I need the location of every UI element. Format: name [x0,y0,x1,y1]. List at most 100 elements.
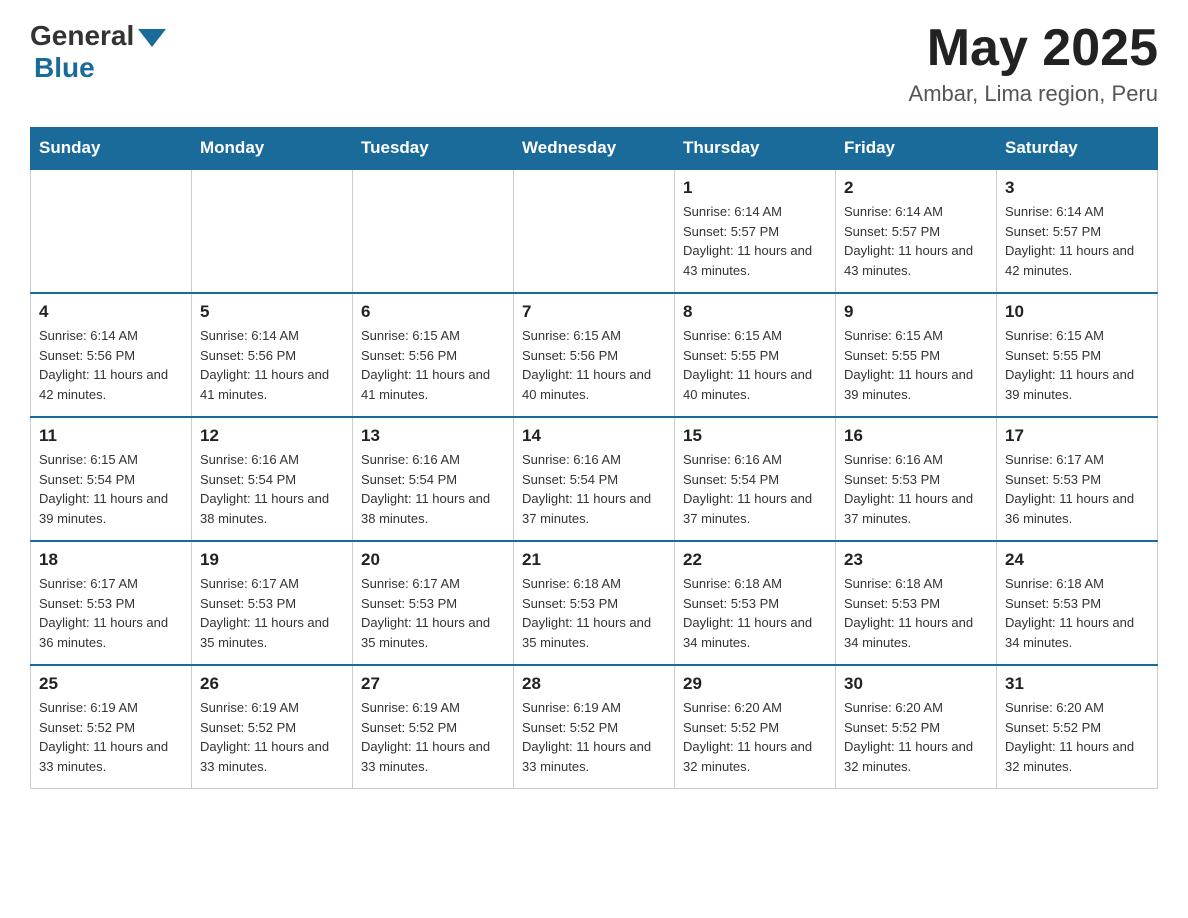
day-number: 10 [1005,302,1149,322]
calendar-cell: 27Sunrise: 6:19 AMSunset: 5:52 PMDayligh… [353,665,514,789]
calendar-cell: 29 Sunrise: 6:20 AMSunset: 5:52 PMDayligh… [675,665,836,789]
calendar-day-header: Thursday [675,128,836,170]
day-number: 20 [361,550,505,570]
day-info: Sunrise: 6:17 AMSunset: 5:53 PMDaylight:… [361,574,505,652]
day-number: 23 [844,550,988,570]
calendar-cell: 10 Sunrise: 6:15 AMSunset: 5:55 PMDayligh… [997,293,1158,417]
title-block: May 2025 Ambar, Lima region, Peru [909,20,1158,107]
calendar-week-row: 25 Sunrise: 6:19 AMSunset: 5:52 PMDayligh… [31,665,1158,789]
day-info: Sunrise: 6:14 AMSunset: 5:56 PMDaylight:… [200,326,344,404]
calendar-cell: 9Sunrise: 6:15 AMSunset: 5:55 PMDaylight… [836,293,997,417]
calendar-cell: 1 Sunrise: 6:14 AMSunset: 5:57 PMDaylight… [675,169,836,293]
calendar-day-header: Monday [192,128,353,170]
calendar-cell: 4Sunrise: 6:14 AMSunset: 5:56 PMDaylight… [31,293,192,417]
calendar-cell: 12 Sunrise: 6:16 AMSunset: 5:54 PMDayligh… [192,417,353,541]
day-number: 29 [683,674,827,694]
day-number: 17 [1005,426,1149,446]
day-number: 26 [200,674,344,694]
calendar-week-row: 18 Sunrise: 6:17 AMSunset: 5:53 PMDayligh… [31,541,1158,665]
calendar-cell: 21 Sunrise: 6:18 AMSunset: 5:53 PMDayligh… [514,541,675,665]
calendar-cell: 30 Sunrise: 6:20 AMSunset: 5:52 PMDayligh… [836,665,997,789]
day-number: 15 [683,426,827,446]
day-info: Sunrise: 6:14 AMSunset: 5:57 PMDaylight:… [1005,202,1149,280]
day-info: Sunrise: 6:15 AMSunset: 5:56 PMDaylight:… [522,326,666,404]
logo-general-text: General [30,20,134,52]
calendar-week-row: 11 Sunrise: 6:15 AMSunset: 5:54 PMDayligh… [31,417,1158,541]
calendar-cell: 20 Sunrise: 6:17 AMSunset: 5:53 PMDayligh… [353,541,514,665]
calendar-cell: 14 Sunrise: 6:16 AMSunset: 5:54 PMDayligh… [514,417,675,541]
day-number: 14 [522,426,666,446]
day-number: 22 [683,550,827,570]
calendar-cell: 25 Sunrise: 6:19 AMSunset: 5:52 PMDayligh… [31,665,192,789]
day-info: Sunrise: 6:19 AMSunset: 5:52 PMDaylight:… [39,698,183,776]
calendar-week-row: 4 Sunrise: 6:14 AMSunset: 5:56 PMDaylight… [31,293,1158,417]
day-number: 25 [39,674,183,694]
day-number: 3 [1005,178,1149,198]
day-info: Sunrise: 6:17 AMSunset: 5:53 PMDaylight:… [1005,450,1149,528]
calendar-day-header: Sunday [31,128,192,170]
day-number: 6 [361,302,505,322]
calendar-cell: 7 Sunrise: 6:15 AMSunset: 5:56 PMDaylight… [514,293,675,417]
day-info: Sunrise: 6:16 AMSunset: 5:54 PMDaylight:… [522,450,666,528]
month-year-title: May 2025 [909,20,1158,77]
calendar-cell: 23 Sunrise: 6:18 AMSunset: 5:53 PMDayligh… [836,541,997,665]
day-info: Sunrise: 6:20 AMSunset: 5:52 PMDaylight:… [1005,698,1149,776]
day-info: Sunrise: 6:15 AMSunset: 5:55 PMDaylight:… [844,326,988,404]
calendar-cell: 5 Sunrise: 6:14 AMSunset: 5:56 PMDaylight… [192,293,353,417]
day-number: 24 [1005,550,1149,570]
page-header: General Blue May 2025 Ambar, Lima region… [30,20,1158,107]
day-number: 2 [844,178,988,198]
day-number: 8 [683,302,827,322]
calendar-cell: 16 Sunrise: 6:16 AMSunset: 5:53 PMDayligh… [836,417,997,541]
day-number: 16 [844,426,988,446]
location-subtitle: Ambar, Lima region, Peru [909,81,1158,107]
calendar-day-header: Wednesday [514,128,675,170]
day-info: Sunrise: 6:18 AMSunset: 5:53 PMDaylight:… [683,574,827,652]
calendar-cell: 13Sunrise: 6:16 AMSunset: 5:54 PMDayligh… [353,417,514,541]
calendar-cell [31,169,192,293]
calendar-cell: 22 Sunrise: 6:18 AMSunset: 5:53 PMDayligh… [675,541,836,665]
day-info: Sunrise: 6:15 AMSunset: 5:55 PMDaylight:… [683,326,827,404]
calendar-cell: 31 Sunrise: 6:20 AMSunset: 5:52 PMDayligh… [997,665,1158,789]
calendar-day-header: Friday [836,128,997,170]
day-info: Sunrise: 6:15 AMSunset: 5:54 PMDaylight:… [39,450,183,528]
day-number: 30 [844,674,988,694]
day-info: Sunrise: 6:18 AMSunset: 5:53 PMDaylight:… [522,574,666,652]
calendar-cell [192,169,353,293]
day-number: 18 [39,550,183,570]
day-number: 5 [200,302,344,322]
day-info: Sunrise: 6:20 AMSunset: 5:52 PMDaylight:… [683,698,827,776]
day-info: Sunrise: 6:19 AMSunset: 5:52 PMDaylight:… [200,698,344,776]
day-info: Sunrise: 6:19 AMSunset: 5:52 PMDaylight:… [361,698,505,776]
day-number: 7 [522,302,666,322]
day-number: 21 [522,550,666,570]
day-info: Sunrise: 6:16 AMSunset: 5:54 PMDaylight:… [683,450,827,528]
day-info: Sunrise: 6:18 AMSunset: 5:53 PMDaylight:… [1005,574,1149,652]
day-number: 4 [39,302,183,322]
day-info: Sunrise: 6:16 AMSunset: 5:53 PMDaylight:… [844,450,988,528]
day-number: 13 [361,426,505,446]
day-info: Sunrise: 6:15 AMSunset: 5:56 PMDaylight:… [361,326,505,404]
day-info: Sunrise: 6:18 AMSunset: 5:53 PMDaylight:… [844,574,988,652]
day-number: 28 [522,674,666,694]
day-number: 11 [39,426,183,446]
logo-arrow-icon [138,29,166,47]
logo: General Blue [30,20,166,84]
day-number: 31 [1005,674,1149,694]
calendar-cell: 17 Sunrise: 6:17 AMSunset: 5:53 PMDayligh… [997,417,1158,541]
day-number: 12 [200,426,344,446]
day-info: Sunrise: 6:16 AMSunset: 5:54 PMDaylight:… [200,450,344,528]
calendar-day-header: Saturday [997,128,1158,170]
day-info: Sunrise: 6:14 AMSunset: 5:57 PMDaylight:… [683,202,827,280]
calendar-header-row: SundayMondayTuesdayWednesdayThursdayFrid… [31,128,1158,170]
day-info: Sunrise: 6:20 AMSunset: 5:52 PMDaylight:… [844,698,988,776]
calendar-cell: 24 Sunrise: 6:18 AMSunset: 5:53 PMDayligh… [997,541,1158,665]
calendar-week-row: 1 Sunrise: 6:14 AMSunset: 5:57 PMDaylight… [31,169,1158,293]
calendar-cell: 19Sunrise: 6:17 AMSunset: 5:53 PMDayligh… [192,541,353,665]
calendar-cell [353,169,514,293]
day-info: Sunrise: 6:19 AMSunset: 5:52 PMDaylight:… [522,698,666,776]
calendar-cell: 3 Sunrise: 6:14 AMSunset: 5:57 PMDaylight… [997,169,1158,293]
calendar-table: SundayMondayTuesdayWednesdayThursdayFrid… [30,127,1158,789]
day-info: Sunrise: 6:15 AMSunset: 5:55 PMDaylight:… [1005,326,1149,404]
day-number: 1 [683,178,827,198]
